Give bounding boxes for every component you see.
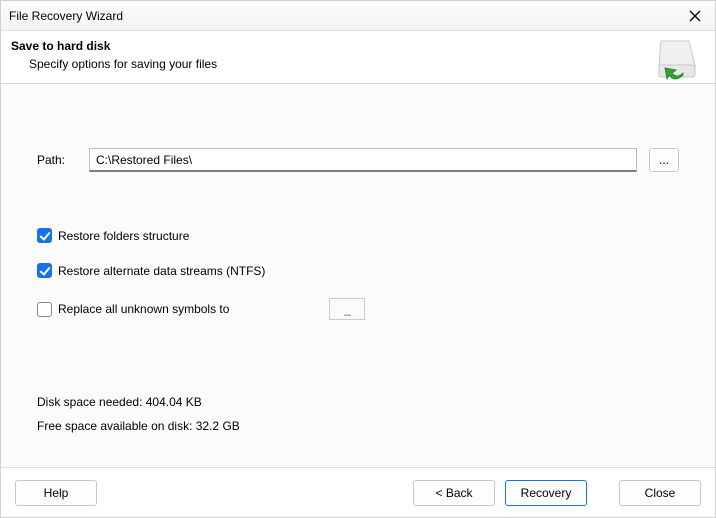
close-button[interactable] <box>683 4 707 28</box>
restore-ads-label: Restore alternate data streams (NTFS) <box>58 264 265 278</box>
browse-button[interactable]: ... <box>649 148 679 172</box>
disk-recovery-icon <box>655 37 703 84</box>
path-label: Path: <box>37 153 77 167</box>
replace-symbols-checkbox[interactable] <box>37 302 52 317</box>
restore-folders-checkbox[interactable] <box>37 228 52 243</box>
wizard-body: Path: ... Restore folders structure Rest… <box>1 84 715 467</box>
disk-info: Disk space needed: 404.04 KB Free space … <box>37 395 240 443</box>
restore-ads-option[interactable]: Restore alternate data streams (NTFS) <box>37 263 679 278</box>
wizard-header: Save to hard disk Specify options for sa… <box>1 31 715 84</box>
restore-folders-option[interactable]: Restore folders structure <box>37 228 679 243</box>
disk-needed-label: Disk space needed: 404.04 KB <box>37 395 240 409</box>
path-input[interactable] <box>89 148 637 172</box>
titlebar: File Recovery Wizard <box>1 1 715 31</box>
disk-free-label: Free space available on disk: 32.2 GB <box>37 419 240 433</box>
options-group: Restore folders structure Restore altern… <box>37 228 679 320</box>
back-button[interactable]: < Back <box>413 480 495 506</box>
header-subtitle: Specify options for saving your files <box>29 57 705 71</box>
help-button[interactable]: Help <box>15 480 97 506</box>
restore-folders-label: Restore folders structure <box>58 229 189 243</box>
recovery-button[interactable]: Recovery <box>505 480 587 506</box>
restore-ads-checkbox[interactable] <box>37 263 52 278</box>
header-title: Save to hard disk <box>11 39 705 53</box>
close-icon <box>689 10 701 22</box>
close-footer-button[interactable]: Close <box>619 480 701 506</box>
path-row: Path: ... <box>37 148 679 172</box>
replace-symbols-input[interactable] <box>329 298 365 320</box>
replace-symbols-label: Replace all unknown symbols to <box>58 302 229 316</box>
window-title: File Recovery Wizard <box>9 9 683 23</box>
wizard-footer: Help < Back Recovery Close <box>1 467 715 517</box>
replace-symbols-option[interactable]: Replace all unknown symbols to <box>37 298 679 320</box>
window: File Recovery Wizard Save to hard disk S… <box>0 0 716 518</box>
